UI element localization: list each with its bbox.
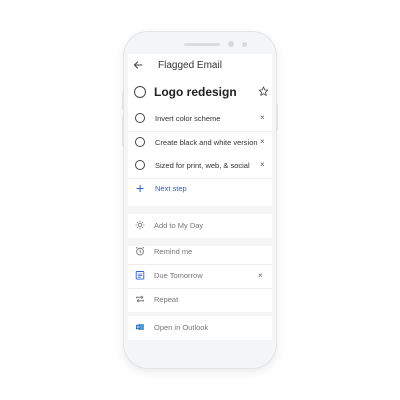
close-icon[interactable]: × — [260, 137, 265, 147]
task-title-row: Logo redesign — [128, 82, 272, 106]
calendar-icon — [135, 271, 145, 280]
remind-me-button[interactable]: Remind me — [128, 240, 272, 265]
plus-icon: + — [136, 180, 145, 196]
repeat-icon — [136, 295, 144, 303]
due-date-button[interactable]: Due Tomorrow × — [128, 264, 272, 289]
add-to-my-day-label: Add to My Day — [154, 221, 204, 230]
next-step-label: Next step — [155, 184, 187, 193]
volume-down-button — [122, 116, 124, 146]
repeat-label: Repeat — [154, 295, 179, 304]
step-item[interactable]: Sized for print, web, & social × — [128, 155, 272, 179]
close-icon[interactable]: × — [260, 113, 265, 123]
step-label: Sized for print, web, & social — [155, 161, 250, 170]
repeat-button[interactable]: Repeat — [128, 288, 272, 313]
list-title: Flagged Email — [158, 60, 222, 71]
section-divider — [128, 206, 272, 214]
due-date-label: Due Tomorrow — [154, 271, 203, 280]
star-icon[interactable] — [258, 86, 269, 97]
app-header: Flagged Email — [128, 54, 272, 80]
complete-task-checkbox[interactable] — [134, 86, 146, 98]
task-title[interactable]: Logo redesign — [154, 85, 237, 99]
open-in-outlook-button[interactable]: Open in Outlook — [128, 316, 272, 340]
open-in-outlook-label: Open in Outlook — [154, 323, 209, 332]
power-button — [276, 104, 278, 130]
step-checkbox[interactable] — [135, 137, 145, 147]
next-step-button[interactable]: + Next step — [128, 178, 272, 202]
alarm-icon — [135, 246, 145, 256]
sun-icon — [135, 220, 145, 230]
step-label: Invert color scheme — [155, 114, 221, 123]
outlook-icon — [136, 324, 144, 330]
close-icon[interactable]: × — [260, 160, 265, 170]
step-item[interactable]: Invert color scheme × — [128, 108, 272, 132]
step-label: Create black and white version — [155, 138, 258, 147]
remind-me-label: Remind me — [154, 247, 193, 256]
proximity-sensor — [242, 42, 247, 47]
volume-up-button — [122, 92, 124, 110]
app-screen: Flagged Email Logo redesign Invert color… — [128, 54, 272, 340]
step-checkbox[interactable] — [135, 160, 145, 170]
step-checkbox[interactable] — [135, 113, 145, 123]
add-to-my-day-button[interactable]: Add to My Day — [128, 214, 272, 239]
earpiece-speaker — [184, 43, 220, 46]
front-camera — [228, 41, 234, 47]
close-icon[interactable]: × — [258, 271, 263, 281]
step-item[interactable]: Create black and white version × — [128, 132, 272, 156]
back-arrow-icon[interactable] — [132, 59, 144, 71]
